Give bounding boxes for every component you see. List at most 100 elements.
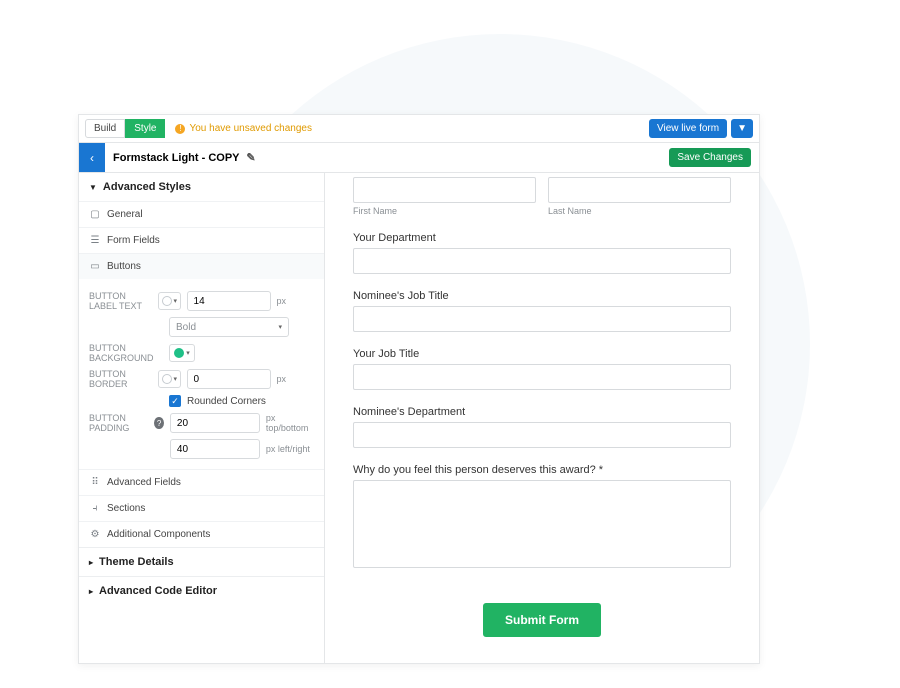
chevron-down-icon: ▾ <box>174 297 178 305</box>
sidebar-item-form-fields[interactable]: ☰ Form Fields <box>79 227 324 253</box>
sidebar-item-advanced-fields[interactable]: ⠿ Advanced Fields <box>79 469 324 495</box>
row-background: BUTTON BACKGROUND ▾ <box>89 343 314 363</box>
select-value: Bold <box>176 322 196 333</box>
caret-down-icon: ▼ <box>89 183 97 192</box>
nominee-job-title-input[interactable] <box>353 306 731 332</box>
accordion-label: Advanced Code Editor <box>99 585 217 597</box>
save-changes-button[interactable]: Save Changes <box>669 148 751 167</box>
square-icon: ▢ <box>89 209 101 220</box>
row-padding-tb: BUTTON PADDING ? px top/bottom <box>89 413 314 433</box>
help-icon[interactable]: ? <box>154 417 164 429</box>
theme-name: Formstack Light - COPY ✎ <box>113 151 256 164</box>
unsaved-warning-text: You have unsaved changes <box>189 123 312 134</box>
accordion-theme-details[interactable]: ▸ Theme Details <box>79 547 324 576</box>
your-department-input[interactable] <box>353 248 731 274</box>
sidebar-item-general[interactable]: ▢ General <box>79 201 324 227</box>
tab-build[interactable]: Build <box>85 119 125 138</box>
sidebar-item-additional-components[interactable]: ⚙ Additional Components <box>79 521 324 547</box>
first-name-input[interactable] <box>353 177 536 203</box>
sidebar-item-label: Form Fields <box>107 235 160 246</box>
first-name-sublabel: First Name <box>353 206 536 216</box>
theme-title-row: Formstack Light - COPY ✎ Save Changes <box>105 143 759 172</box>
sidebar: ▼ Advanced Styles ▢ General ☰ Form Field… <box>79 173 325 663</box>
last-name-input[interactable] <box>548 177 731 203</box>
accordion-advanced-code-editor[interactable]: ▸ Advanced Code Editor <box>79 576 324 605</box>
tab-style[interactable]: Style <box>125 119 165 138</box>
row-padding-lr: px left/right <box>89 439 314 459</box>
unit-label: px top/bottom <box>266 413 314 433</box>
sidebar-item-label: General <box>107 209 143 220</box>
swatch-icon <box>174 348 184 358</box>
warning-icon: ! <box>175 124 185 134</box>
award-question-label: Why do you feel this person deserves thi… <box>353 464 731 476</box>
row-rounded-corners: ✓ Rounded Corners <box>169 395 314 407</box>
nominee-department-label: Nominee's Department <box>353 406 731 418</box>
app-window: Build Style ! You have unsaved changes V… <box>78 114 760 664</box>
chevron-down-icon: ▾ <box>278 323 282 331</box>
edit-icon[interactable]: ✎ <box>246 152 255 164</box>
padding-lr-input[interactable] <box>170 439 260 459</box>
checkbox-label: Rounded Corners <box>187 396 266 407</box>
sidebar-item-buttons[interactable]: ▭ Buttons <box>79 253 324 279</box>
main-area: ▼ Advanced Styles ▢ General ☰ Form Field… <box>79 173 759 663</box>
row-font-weight: Bold ▾ <box>89 317 314 337</box>
form-preview: First Name Last Name Your Department Nom… <box>325 173 759 663</box>
sections-icon: ⫞ <box>89 503 101 514</box>
background-color-picker[interactable]: ▾ <box>169 344 195 362</box>
unit-label: px <box>277 296 315 306</box>
control-label: BUTTON PADDING <box>89 413 148 433</box>
submit-wrap: Submit Form <box>353 603 731 637</box>
buttons-controls: BUTTON LABEL TEXT ▾ px Bold ▾ <box>79 279 324 469</box>
unit-label: px left/right <box>266 444 314 454</box>
padding-tb-input[interactable] <box>170 413 260 433</box>
chevron-left-icon: ‹ <box>90 151 94 165</box>
top-bar-right: View live form ▼ <box>649 119 753 138</box>
gear-icon: ⚙ <box>89 529 101 540</box>
chevron-down-icon: ▾ <box>174 375 178 383</box>
first-name-field: First Name <box>353 177 536 216</box>
back-button[interactable]: ‹ <box>79 143 105 172</box>
accordion-label: Advanced Styles <box>103 181 191 193</box>
submit-form-button[interactable]: Submit Form <box>483 603 601 637</box>
row-label-text: BUTTON LABEL TEXT ▾ px <box>89 291 314 311</box>
border-size-input[interactable] <box>187 369 271 389</box>
last-name-sublabel: Last Name <box>548 206 731 216</box>
theme-subheader: ‹ Formstack Light - COPY ✎ Save Changes <box>79 143 759 173</box>
accordion-label: Theme Details <box>99 556 174 568</box>
lines-icon: ☰ <box>89 235 101 246</box>
text-color-picker[interactable]: ▾ <box>158 292 180 310</box>
name-row: First Name Last Name <box>353 173 731 216</box>
sidebar-item-label: Buttons <box>107 261 141 272</box>
row-border: BUTTON BORDER ▾ px <box>89 369 314 389</box>
top-bar-left: Build Style ! You have unsaved changes <box>85 119 312 138</box>
control-label: BUTTON BORDER <box>89 369 152 389</box>
view-live-dropdown-button[interactable]: ▼ <box>731 119 753 138</box>
sidebar-item-label: Advanced Fields <box>107 477 181 488</box>
view-live-form-button[interactable]: View live form <box>649 119 727 138</box>
your-job-title-label: Your Job Title <box>353 348 731 360</box>
award-question-textarea[interactable] <box>353 480 731 568</box>
sidebar-item-sections[interactable]: ⫞ Sections <box>79 495 324 521</box>
top-bar: Build Style ! You have unsaved changes V… <box>79 115 759 143</box>
control-label: BUTTON LABEL TEXT <box>89 291 152 311</box>
rounded-corners-checkbox[interactable]: ✓ <box>169 395 181 407</box>
nominee-department-input[interactable] <box>353 422 731 448</box>
nominee-job-title-label: Nominee's Job Title <box>353 290 731 302</box>
caret-right-icon: ▸ <box>89 558 93 567</box>
swatch-icon <box>162 374 172 384</box>
grid-icon: ⠿ <box>89 477 101 488</box>
button-icon: ▭ <box>89 261 101 272</box>
caret-right-icon: ▸ <box>89 587 93 596</box>
sidebar-item-label: Sections <box>107 503 145 514</box>
last-name-field: Last Name <box>548 177 731 216</box>
your-department-label: Your Department <box>353 232 731 244</box>
your-job-title-input[interactable] <box>353 364 731 390</box>
swatch-icon <box>162 296 172 306</box>
accordion-advanced-styles[interactable]: ▼ Advanced Styles <box>79 173 324 201</box>
control-label: BUTTON BACKGROUND <box>89 343 163 363</box>
chevron-down-icon: ▾ <box>186 349 190 357</box>
label-text-size-input[interactable] <box>187 291 271 311</box>
border-color-picker[interactable]: ▾ <box>158 370 180 388</box>
unit-label: px <box>277 374 315 384</box>
font-weight-select[interactable]: Bold ▾ <box>169 317 289 337</box>
